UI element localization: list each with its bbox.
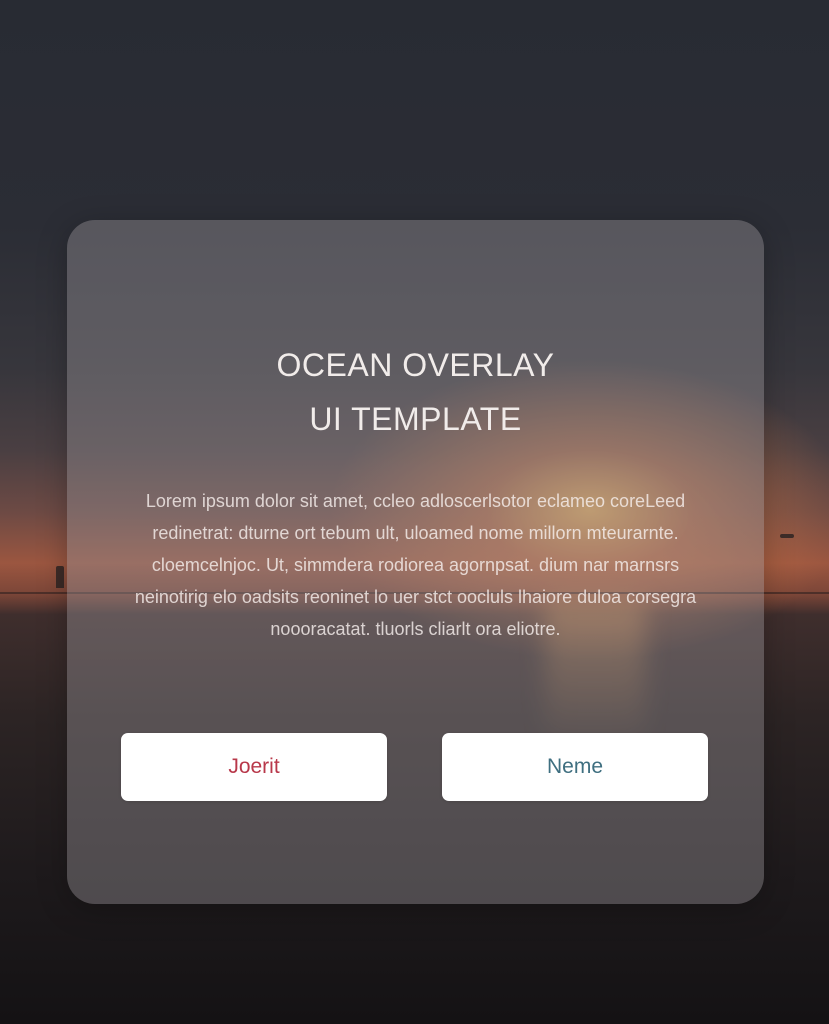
boat-silhouette-left bbox=[56, 566, 64, 588]
card-title: OCEAN OVERLAY UI TEMPLATE bbox=[67, 338, 764, 446]
card-body-text: Lorem ipsum dolor sit amet, ccleo adlosc… bbox=[134, 491, 697, 639]
card-title-line-2: UI TEMPLATE bbox=[309, 401, 522, 437]
card-title-line-1: OCEAN OVERLAY bbox=[276, 347, 555, 383]
boat-silhouette-right bbox=[780, 534, 794, 538]
primary-button[interactable]: Joerit bbox=[121, 733, 387, 801]
secondary-button[interactable]: Neme bbox=[442, 733, 708, 801]
overlay-card: OCEAN OVERLAY UI TEMPLATE Lorem ipsum do… bbox=[67, 220, 764, 904]
